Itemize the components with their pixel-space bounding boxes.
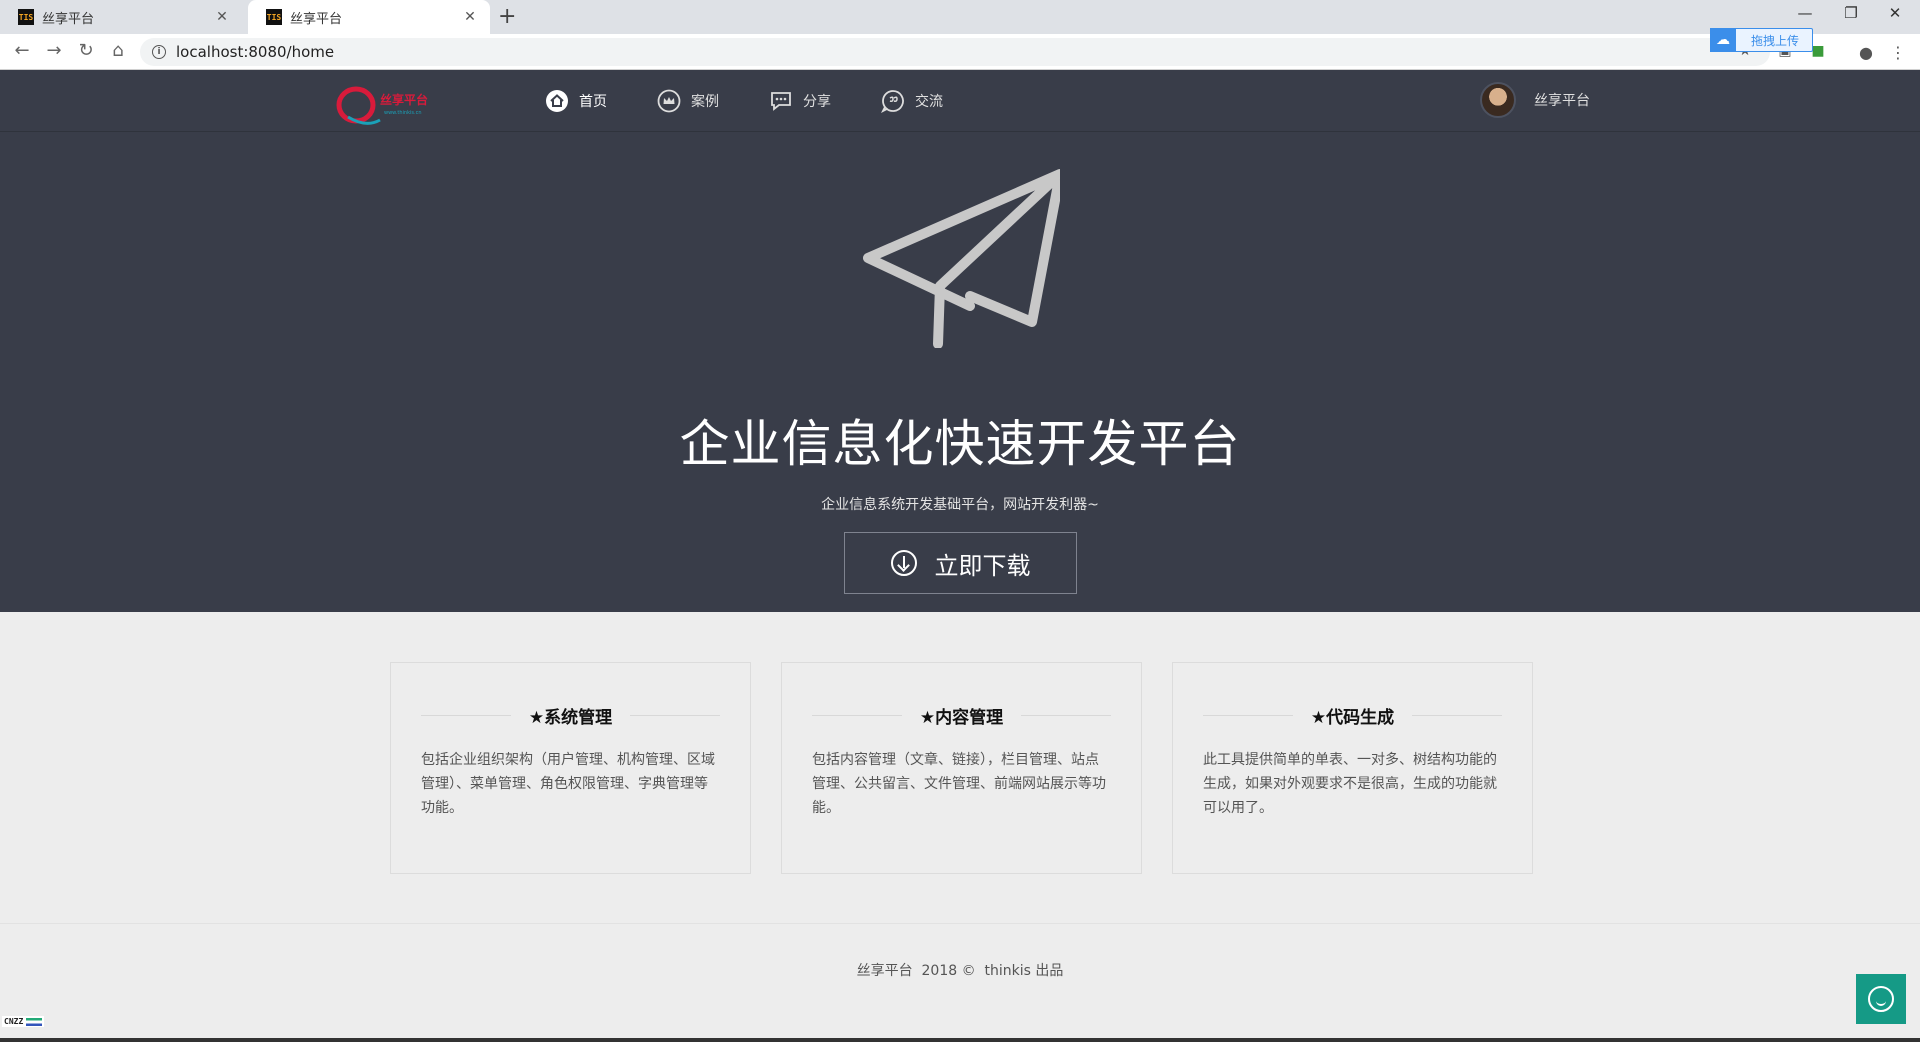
browser-tab-bar: TIS 丝享平台 ✕ TIS 丝享平台 ✕ + — ❐ ✕ — [0, 0, 1920, 34]
close-tab-icon[interactable]: ✕ — [214, 9, 230, 25]
nav-label: 交流 — [915, 94, 943, 110]
user-menu[interactable]: 丝享平台 — [1480, 82, 1590, 118]
divider-line — [630, 715, 720, 716]
cloud-upload-icon[interactable]: ☁ — [1710, 28, 1736, 52]
site-favicon-icon: TIS — [18, 9, 34, 25]
nav-item-cases[interactable]: 案例 — [657, 70, 719, 132]
close-tab-icon[interactable]: ✕ — [462, 9, 478, 25]
taskbar-strip — [0, 1038, 1920, 1042]
menu-kebab-icon[interactable]: ⋮ — [1888, 43, 1908, 62]
forward-icon[interactable]: → — [42, 40, 66, 61]
site-header: 丝享平台 www.thinkis.cn 首页 案例 分享 交流 丝享平台 — [0, 70, 1920, 132]
crown-icon — [657, 89, 681, 113]
feature-card-system: ★系统管理 包括企业组织架构（用户管理、机构管理、区域管理）、菜单管理、角色权限… — [390, 662, 751, 874]
logo-text: 丝享平台 — [380, 92, 428, 107]
browser-tab-active[interactable]: TIS 丝享平台 ✕ — [248, 0, 490, 34]
divider-line — [421, 715, 511, 716]
address-bar[interactable]: i localhost:8080/home — [140, 38, 1770, 66]
footer-divider — [0, 923, 1920, 924]
popup-label: 拖拽上传 — [1751, 33, 1800, 48]
site-info-icon[interactable]: i — [152, 45, 166, 59]
cnzz-label: CNZZ — [4, 1017, 24, 1026]
restore-icon[interactable]: ❐ — [1836, 4, 1866, 22]
logo-subtext: www.thinkis.cn — [384, 110, 421, 116]
hero-banner: 企业信息化快速开发平台 企业信息系统开发基础平台，网站开发利器~ 立即下载 — [0, 132, 1920, 612]
footer-text: 丝享平台 2018 © thinkis 出品 — [856, 963, 1064, 979]
nav-label: 首页 — [579, 94, 607, 110]
divider-line — [1021, 715, 1111, 716]
new-tab-button[interactable]: + — [498, 4, 516, 29]
message-icon — [881, 90, 904, 113]
download-label: 立即下载 — [934, 551, 1031, 580]
tab-title: 丝享平台 — [290, 11, 343, 27]
tab-title: 丝享平台 — [42, 11, 95, 27]
card-text: 此工具提供简单的单表、一对多、树结构功能的生成，如果对外观要求不是很高，生成的功… — [1203, 752, 1497, 816]
minimize-icon[interactable]: — — [1790, 4, 1820, 22]
user-name: 丝享平台 — [1534, 93, 1590, 109]
paper-plane-icon — [863, 169, 1060, 348]
feature-card-content: ★内容管理 包括内容管理（文章、链接），栏目管理、站点管理、公共留言、文件管理、… — [781, 662, 1142, 874]
browser-toolbar: ← → ↻ ⌂ i localhost:8080/home — [0, 34, 1920, 70]
download-icon — [890, 550, 917, 576]
nav-item-share[interactable]: 分享 — [769, 70, 831, 132]
browser-tab[interactable]: TIS 丝享平台 ✕ — [0, 0, 242, 34]
divider-line — [1412, 715, 1502, 716]
nav-label: 分享 — [803, 94, 831, 110]
feature-cards: ★系统管理 包括企业组织架构（用户管理、机构管理、区域管理）、菜单管理、角色权限… — [390, 662, 1533, 874]
card-title: ★系统管理 — [528, 708, 613, 728]
nav-label: 案例 — [691, 94, 719, 110]
site-favicon-icon: TIS — [266, 9, 282, 25]
avatar[interactable] — [1480, 82, 1516, 118]
nav-item-home[interactable]: 首页 — [545, 70, 607, 132]
main-nav: 首页 案例 分享 交流 — [545, 70, 993, 132]
card-text: 包括企业组织架构（用户管理、机构管理、区域管理）、菜单管理、角色权限管理、字典管… — [421, 752, 715, 816]
cnzz-badge[interactable]: CNZZ — [2, 1016, 45, 1027]
chat-button[interactable] — [1856, 974, 1906, 1024]
profile-icon[interactable]: ● — [1856, 43, 1876, 62]
reload-icon[interactable]: ↻ — [74, 40, 98, 61]
site-logo[interactable]: 丝享平台 www.thinkis.cn — [336, 84, 440, 126]
nav-item-community[interactable]: 交流 — [881, 70, 943, 132]
feature-card-codegen: ★代码生成 此工具提供简单的单表、一对多、树结构功能的生成，如果对外观要求不是很… — [1172, 662, 1533, 874]
hero-title: 企业信息化快速开发平台 — [679, 415, 1241, 473]
card-title: ★代码生成 — [1310, 708, 1395, 728]
home-browser-icon[interactable]: ⌂ — [106, 40, 130, 61]
home-icon — [546, 90, 568, 112]
chat-icon — [1868, 986, 1894, 1012]
chat-dots-icon — [771, 92, 791, 111]
divider-line — [812, 715, 902, 716]
divider-line — [1203, 715, 1293, 716]
download-button[interactable]: 立即下载 — [844, 532, 1077, 594]
back-icon[interactable]: ← — [10, 40, 34, 61]
card-text: 包括内容管理（文章、链接），栏目管理、站点管理、公共留言、文件管理、前端网站展示… — [812, 752, 1106, 816]
close-window-icon[interactable]: ✕ — [1880, 4, 1910, 22]
url-text: localhost:8080/home — [176, 43, 335, 61]
cnzz-flag-icon — [26, 1017, 43, 1026]
card-title: ★内容管理 — [919, 708, 1004, 728]
hero-subtitle: 企业信息系统开发基础平台，网站开发利器~ — [821, 497, 1099, 513]
